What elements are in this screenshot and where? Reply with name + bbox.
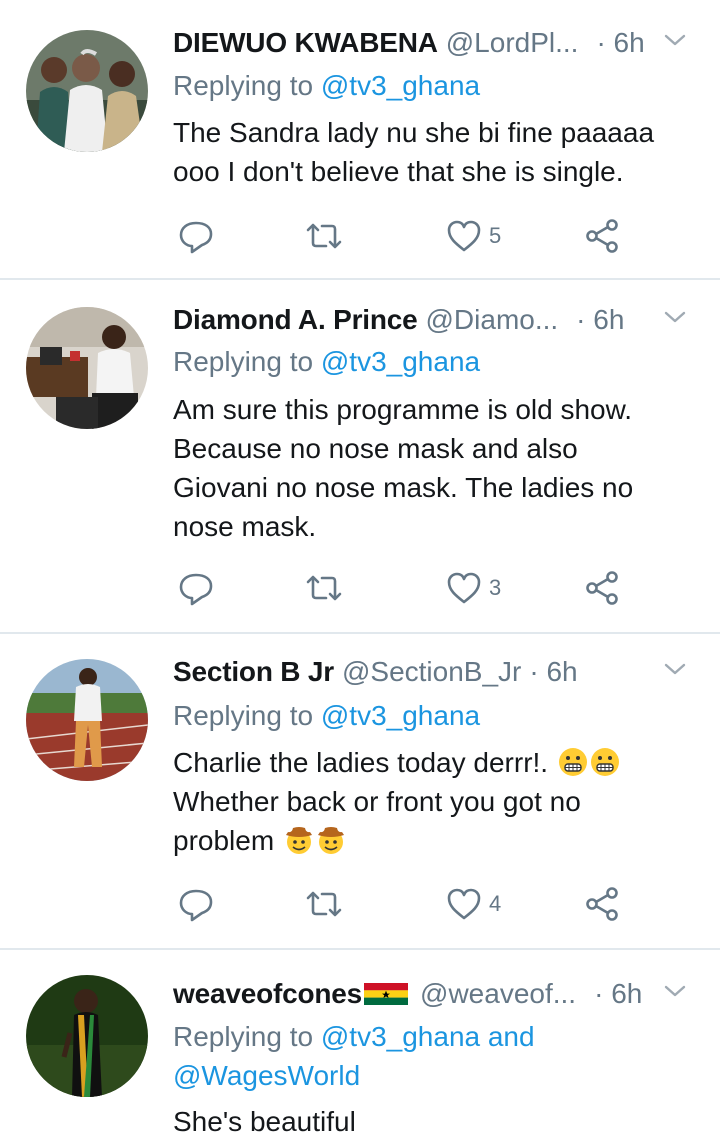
- like-icon: [447, 888, 481, 920]
- display-name[interactable]: DIEWUO KWABENA: [173, 23, 438, 63]
- tweet-header: Diamond A. Prince @Diamo... · 6h: [173, 300, 700, 340]
- reply-icon: [179, 573, 213, 606]
- user-handle[interactable]: @weaveof...: [420, 974, 576, 1014]
- tweet-text-fragment: problem: [173, 825, 275, 856]
- user-handle[interactable]: @LordPl...: [446, 23, 579, 63]
- tweet-text-line: The Sandra lady nu she bi fine paaaaa: [173, 117, 655, 148]
- tweet-text: The Sandra lady nu she bi fine paaaaa oo…: [173, 113, 696, 191]
- tweet[interactable]: DIEWUO KWABENA @LordPl... · 6h Replying …: [0, 0, 720, 280]
- avatar[interactable]: [26, 659, 148, 781]
- like-count: 5: [489, 223, 502, 248]
- timeline-feed: DIEWUO KWABENA @LordPl... · 6h Replying …: [0, 0, 720, 1146]
- caret-down-icon[interactable]: [660, 302, 690, 332]
- timestamp[interactable]: · 6h: [576, 300, 624, 340]
- replying-to: Replying to @tv3_ghana: [173, 66, 700, 105]
- share-icon: [586, 887, 618, 921]
- mention-link[interactable]: @WagesWorld: [173, 1056, 700, 1095]
- replying-to-line: Replying to @tv3_ghana and: [173, 1017, 700, 1056]
- like-icon: [447, 220, 481, 252]
- reply-icon: [179, 889, 213, 922]
- tweet-text-line: ooo I don't believe that she is single.: [173, 156, 624, 187]
- retweet-icon: [306, 891, 342, 917]
- reply-icon: [179, 221, 213, 254]
- tweet-text: Charlie the ladies today derrr!. Whether…: [173, 743, 696, 860]
- tweet[interactable]: weaveofcones @weaveof... · 6h Replying t…: [0, 948, 720, 1146]
- share-button[interactable]: [583, 214, 621, 258]
- share-icon: [586, 571, 618, 605]
- tweet-text-line: problem: [173, 821, 696, 860]
- tweet-header: Section B Jr @SectionB_Jr · 6h: [173, 652, 700, 692]
- cowboy-emoji: [284, 825, 314, 855]
- avatar[interactable]: [26, 975, 148, 1097]
- user-handle[interactable]: @Diamo...: [426, 300, 559, 340]
- timestamp[interactable]: · 6h: [529, 652, 577, 692]
- mention-link[interactable]: @tv3_ghana: [321, 346, 480, 377]
- tweet-text-line: Charlie the ladies today derrr!.: [173, 743, 696, 782]
- tweet-text-fragment: Charlie the ladies today derrr!.: [173, 747, 549, 778]
- like-button[interactable]: 5: [445, 214, 501, 258]
- timestamp[interactable]: · 6h: [596, 23, 644, 63]
- tweet-text-line: Am sure this programme is old show.: [173, 394, 633, 425]
- reply-button[interactable]: [177, 214, 215, 258]
- avatar[interactable]: [26, 30, 148, 152]
- tweet-text-line: nose mask.: [173, 511, 317, 542]
- share-button[interactable]: [583, 882, 621, 926]
- tweet-header: DIEWUO KWABENA @LordPl... · 6h: [173, 23, 700, 63]
- action-bar: 5: [173, 214, 633, 258]
- mention-link[interactable]: @tv3_ghana: [321, 70, 480, 101]
- reply-button[interactable]: [177, 566, 215, 610]
- retweet-button[interactable]: [305, 882, 343, 926]
- display-name[interactable]: Diamond A. Prince: [173, 300, 418, 340]
- share-button[interactable]: [583, 566, 621, 610]
- ghana-flag-icon: [364, 983, 409, 1005]
- tweet-header: weaveofcones @weaveof... · 6h: [173, 974, 700, 1014]
- office-photo-avatar: [26, 307, 148, 429]
- replying-to-label: Replying to: [173, 1021, 314, 1052]
- action-bar: 3: [173, 566, 633, 610]
- timestamp[interactable]: · 6h: [594, 974, 642, 1014]
- grimacing-emoji: [590, 747, 620, 777]
- like-count: 4: [489, 891, 502, 916]
- grimacing-emoji: [558, 747, 588, 777]
- graduation-photo-avatar: [26, 975, 148, 1097]
- group-photo-avatar: [26, 30, 148, 152]
- tweet-text-line: She's beautiful: [173, 1106, 356, 1137]
- avatar[interactable]: [26, 307, 148, 429]
- share-icon: [586, 219, 618, 253]
- tweet[interactable]: Diamond A. Prince @Diamo... · 6h Replyin…: [0, 280, 720, 634]
- retweet-button[interactable]: [305, 566, 343, 610]
- tweet[interactable]: Section B Jr @SectionB_Jr · 6h Replying …: [0, 632, 720, 950]
- retweet-button[interactable]: [305, 214, 343, 258]
- display-name[interactable]: Section B Jr: [173, 652, 334, 692]
- tweet-text-line: Whether back or front you got no: [173, 786, 581, 817]
- retweet-icon: [306, 223, 342, 249]
- user-handle[interactable]: @SectionB_Jr: [342, 652, 521, 692]
- like-button[interactable]: 4: [445, 882, 501, 926]
- like-icon: [447, 572, 481, 604]
- tweet-text: She's beautiful: [173, 1102, 696, 1141]
- mention-link[interactable]: @tv3_ghana and: [321, 1021, 535, 1052]
- track-photo-avatar: [26, 659, 148, 781]
- caret-down-icon[interactable]: [660, 25, 690, 55]
- tweet-text-line: Giovani no nose mask. The ladies no: [173, 472, 634, 503]
- cowboy-emoji: [316, 825, 346, 855]
- display-name[interactable]: weaveofcones: [173, 974, 362, 1014]
- replying-to: Replying to @tv3_ghana: [173, 696, 700, 735]
- action-bar: 4: [173, 882, 633, 926]
- like-count: 3: [489, 575, 502, 600]
- replying-to: Replying to @tv3_ghana: [173, 342, 700, 381]
- tweet-text-line: Because no nose mask and also: [173, 433, 578, 464]
- caret-down-icon[interactable]: [660, 654, 690, 684]
- retweet-icon: [306, 575, 342, 601]
- tweet-text: Am sure this programme is old show. Beca…: [173, 390, 696, 546]
- replying-to-label: Replying to: [173, 346, 314, 377]
- mention-link[interactable]: @tv3_ghana: [321, 700, 480, 731]
- replying-to-label: Replying to: [173, 70, 314, 101]
- replying-to-label: Replying to: [173, 700, 314, 731]
- reply-button[interactable]: [177, 882, 215, 926]
- caret-down-icon[interactable]: [660, 976, 690, 1006]
- replying-to: Replying to @tv3_ghana and @WagesWorld: [173, 1017, 700, 1095]
- like-button[interactable]: 3: [445, 566, 501, 610]
